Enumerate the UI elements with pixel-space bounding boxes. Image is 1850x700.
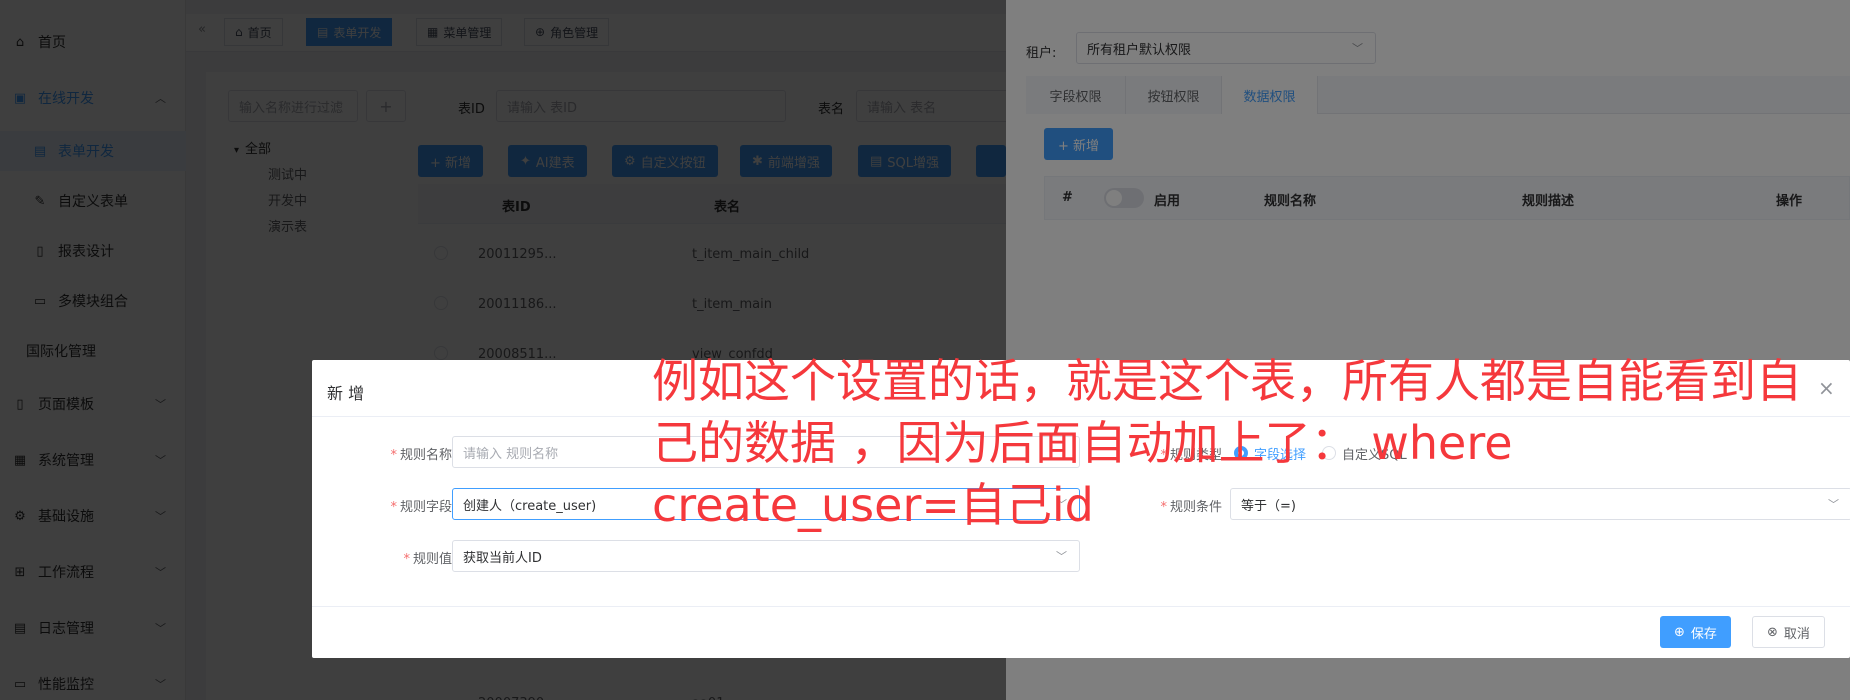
rule-value-label: * 规则值: [403, 552, 452, 567]
cancel-button[interactable]: ⊗ 取消: [1752, 616, 1825, 648]
close-circle-icon: ⊗: [1767, 624, 1778, 640]
rule-name-label: * 规则名称: [390, 448, 452, 463]
dialog-footer-divider: [312, 606, 1850, 607]
annotation-text: 例如这个设置的话，就是这个表，所有人都是自能看到自己的数据 ，因为后面自动加上了…: [652, 354, 1802, 532]
dialog-title: 新 增: [327, 384, 365, 403]
chevron-down-icon: ﹀: [1056, 550, 1067, 563]
check-circle-icon: ⊕: [1674, 624, 1685, 640]
save-button[interactable]: ⊕ 保存: [1660, 616, 1731, 648]
rule-value-select[interactable]: 获取当前人ID ﹀: [452, 540, 1080, 572]
rule-field-label: * 规则字段: [390, 500, 452, 515]
